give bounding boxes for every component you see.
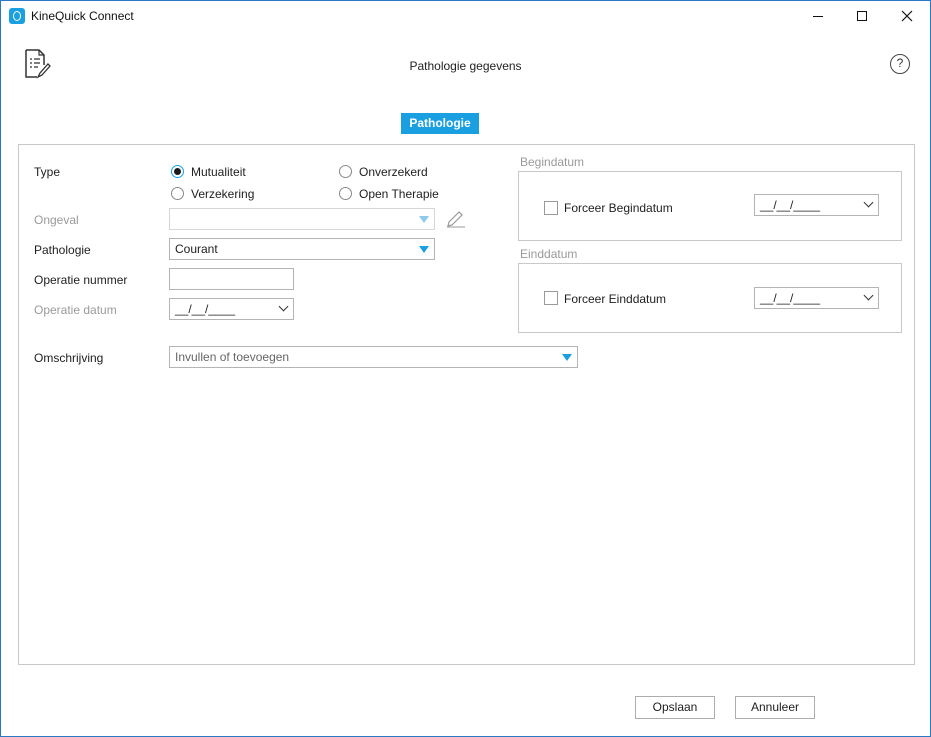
page-title: Pathologie gegevens [409,59,522,73]
begindatum-date-picker[interactable]: __/__/____ [754,194,879,216]
forceer-einddatum-checkbox[interactable] [544,291,558,305]
radio-open-therapie-label[interactable]: Open Therapie [359,187,439,201]
minimize-button[interactable] [795,1,841,31]
cancel-button[interactable]: Annuleer [735,696,815,719]
app-window: KineQuick Connect Pathologie gegevens ? … [0,0,931,737]
begindatum-value: __/__/____ [760,198,821,212]
radio-onverzekerd[interactable] [339,165,352,178]
radio-verzekering-label[interactable]: Verzekering [191,187,254,201]
dropdown-arrow-icon [419,216,429,223]
operatie-nummer-label: Operatie nummer [34,273,128,287]
help-circle-icon[interactable]: ? [890,54,910,74]
ongeval-dropdown[interactable] [169,208,435,230]
kinequick-logo-icon [9,8,25,24]
dropdown-arrow-icon [419,246,429,253]
einddatum-date-picker[interactable]: __/__/____ [754,287,879,309]
pathologie-label: Pathologie [34,243,91,257]
tab-pathologie[interactable]: Pathologie [401,113,479,134]
close-button[interactable] [884,1,930,31]
maximize-icon [857,11,867,21]
chevron-down-icon [863,197,874,208]
forceer-einddatum-label[interactable]: Forceer Einddatum [564,292,666,306]
radio-verzekering[interactable] [171,187,184,200]
forceer-begindatum-label[interactable]: Forceer Begindatum [564,201,673,215]
forceer-begindatum-checkbox[interactable] [544,201,558,215]
radio-mutualiteit[interactable] [171,165,184,178]
save-button[interactable]: Opslaan [635,696,715,719]
omschrijving-placeholder: Invullen of toevoegen [175,350,290,364]
chevron-down-icon [863,290,874,301]
operatie-datum-picker[interactable]: __/__/____ [169,298,294,320]
radio-onverzekerd-label[interactable]: Onverzekerd [359,165,428,179]
omschrijving-label: Omschrijving [34,351,104,365]
ongeval-label: Ongeval [34,213,79,227]
pencil-icon[interactable] [446,210,466,228]
type-label: Type [34,165,61,179]
title-bar[interactable]: KineQuick Connect [1,1,930,31]
radio-mutualiteit-label[interactable]: Mutualiteit [191,165,246,179]
radio-open-therapie[interactable] [339,187,352,200]
einddatum-group-title: Einddatum [520,247,578,261]
maximize-button[interactable] [839,1,885,31]
dropdown-arrow-icon [562,354,572,361]
minimize-icon [813,15,823,17]
einddatum-value: __/__/____ [760,291,821,305]
pathologie-value: Courant [175,242,218,256]
pathologie-dropdown[interactable]: Courant [169,238,435,260]
chevron-down-icon [278,301,289,312]
window-title: KineQuick Connect [31,9,134,23]
operatie-datum-label: Operatie datum [34,303,117,317]
operatie-nummer-input[interactable] [169,268,294,290]
omschrijving-dropdown[interactable]: Invullen of toevoegen [169,346,578,368]
begindatum-group-title: Begindatum [520,155,585,169]
operatie-datum-value: __/__/____ [175,302,236,316]
close-icon [901,10,913,22]
